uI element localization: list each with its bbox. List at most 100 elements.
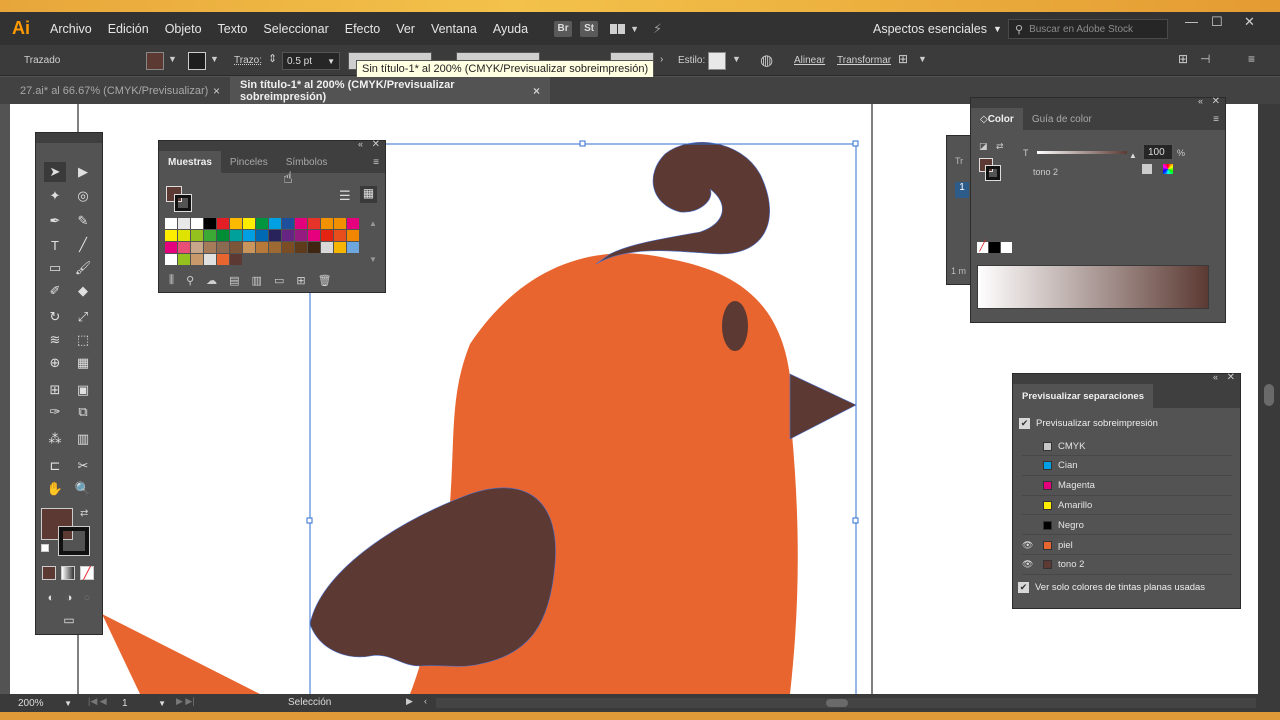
swatch-chip[interactable] bbox=[295, 242, 307, 253]
artboard-tool-icon[interactable]: ⊏ bbox=[44, 456, 66, 476]
close-icon[interactable]: × bbox=[533, 84, 540, 98]
plate-row[interactable]: 👁 tono 2 bbox=[1022, 556, 1232, 575]
chevron-down-icon[interactable]: ▼ bbox=[732, 54, 741, 64]
eye-icon[interactable]: 👁 bbox=[1022, 559, 1033, 570]
minimize-icon[interactable]: — bbox=[1185, 14, 1198, 29]
plate-row[interactable]: CMYK bbox=[1022, 437, 1232, 456]
color-group-icon[interactable]: ▥ bbox=[252, 274, 262, 287]
tab-color[interactable]: ◇ Color bbox=[971, 108, 1023, 130]
last-artboard-icon[interactable]: ▶ ▶| bbox=[176, 696, 195, 707]
checkbox-checked-icon[interactable]: ✔ bbox=[1019, 418, 1030, 429]
panel-header[interactable]: « ✕ bbox=[971, 96, 1225, 108]
status-menu-icon[interactable]: ▶ bbox=[406, 696, 413, 707]
tab-guia-de-color[interactable]: Guía de color bbox=[1023, 108, 1101, 130]
swatch-chip[interactable] bbox=[204, 218, 216, 229]
mesh-tool-icon[interactable]: ⊞ bbox=[44, 380, 66, 400]
scroll-down-icon[interactable]: ▼ bbox=[369, 255, 377, 264]
swatch-chip[interactable] bbox=[334, 218, 346, 229]
menu-seleccionar[interactable]: Seleccionar bbox=[255, 22, 336, 36]
style-swatch[interactable] bbox=[708, 52, 726, 70]
swatch-chip[interactable] bbox=[347, 218, 359, 229]
arrange-documents-icon[interactable] bbox=[610, 23, 626, 34]
swatch-chip[interactable] bbox=[191, 254, 203, 265]
scroll-thumb[interactable] bbox=[1264, 384, 1274, 406]
panel-menu-icon[interactable]: ≡ bbox=[1248, 52, 1255, 66]
column-graph-icon[interactable]: ▥ bbox=[72, 429, 94, 449]
horizontal-scrollbar[interactable] bbox=[436, 698, 1256, 708]
swatch-chip[interactable] bbox=[269, 218, 281, 229]
line-tool-icon[interactable]: ╱ bbox=[72, 235, 94, 255]
gpu-performance-icon[interactable]: ⚡ bbox=[653, 21, 662, 37]
hand-tool-icon[interactable]: ✋ bbox=[44, 479, 66, 499]
stroke-weight-field[interactable]: 0.5 pt ▼ bbox=[282, 52, 340, 70]
draw-inside-icon[interactable]: ○ bbox=[76, 588, 98, 608]
rectangle-tool-icon[interactable]: ▭ bbox=[44, 258, 66, 278]
kind-menu-icon[interactable]: ⚲ bbox=[186, 274, 194, 287]
swatch-chip[interactable] bbox=[334, 230, 346, 241]
none-color-icon[interactable]: ╱ bbox=[977, 242, 988, 253]
swatch-chip[interactable] bbox=[165, 230, 177, 241]
swatch-chip[interactable] bbox=[269, 230, 281, 241]
eye-icon[interactable]: 👁 bbox=[1022, 540, 1033, 551]
menu-efecto[interactable]: Efecto bbox=[337, 22, 388, 36]
spot-only-checkbox[interactable]: ✔ Ver solo colores de tintas planas usad… bbox=[1018, 582, 1205, 593]
tint-slider[interactable] bbox=[1037, 151, 1127, 154]
plate-row[interactable]: Amarillo bbox=[1022, 496, 1232, 516]
swatch-chip[interactable] bbox=[308, 242, 320, 253]
tab-sin-titulo[interactable]: Sin título-1* al 200% (CMYK/Previsualiza… bbox=[230, 77, 550, 104]
swatch-chip[interactable] bbox=[347, 242, 359, 253]
checkbox-checked-icon[interactable]: ✔ bbox=[1018, 582, 1029, 593]
stroke-label[interactable]: Trazo: bbox=[234, 55, 262, 66]
gradient-tool-icon[interactable]: ▣ bbox=[72, 380, 94, 400]
gradient-mode-icon[interactable] bbox=[61, 566, 75, 580]
chevron-down-icon[interactable]: ▼ bbox=[918, 54, 927, 64]
swatch-chip[interactable] bbox=[191, 230, 203, 241]
free-transform-icon[interactable]: ⬚ bbox=[72, 330, 94, 350]
new-swatch-icon[interactable]: ⊞ bbox=[296, 274, 305, 287]
lasso-icon[interactable]: ◎ bbox=[72, 186, 94, 206]
swatch-chip[interactable] bbox=[230, 218, 242, 229]
eyedropper-icon[interactable]: ✑ bbox=[44, 402, 66, 422]
isolate-icon[interactable]: ⊞ bbox=[898, 52, 908, 66]
first-artboard-icon[interactable]: |◀ ◀ bbox=[88, 696, 107, 707]
grid-view-icon[interactable]: ▦ bbox=[360, 186, 377, 203]
bird-beak[interactable] bbox=[789, 373, 857, 440]
swatch-chip[interactable] bbox=[282, 218, 294, 229]
vertical-scrollbar[interactable] bbox=[1258, 104, 1280, 694]
workspace-switcher[interactable]: Aspectos esenciales ▼ bbox=[873, 12, 1002, 45]
close-icon[interactable]: ✕ bbox=[1244, 14, 1255, 30]
out-of-gamut-icon[interactable] bbox=[1142, 164, 1152, 174]
swatch-chip[interactable] bbox=[230, 242, 242, 253]
distribute-icon[interactable]: ⊣ bbox=[1200, 52, 1210, 66]
swatch-chip[interactable] bbox=[230, 230, 242, 241]
swatch-chip[interactable] bbox=[321, 218, 333, 229]
swatch-chip[interactable] bbox=[165, 254, 177, 265]
chevron-down-icon[interactable]: ▼ bbox=[210, 54, 219, 64]
swatch-chip[interactable] bbox=[321, 242, 333, 253]
cloud-icon[interactable]: ☁ bbox=[206, 274, 217, 287]
plate-row[interactable]: Magenta bbox=[1022, 477, 1232, 496]
collapse-icon[interactable]: « bbox=[1213, 372, 1218, 382]
scale-tool-icon[interactable]: ⤢ bbox=[72, 307, 94, 327]
scroll-up-icon[interactable]: ▲ bbox=[369, 219, 377, 228]
close-icon[interactable]: ✕ bbox=[1212, 96, 1220, 107]
menu-archivo[interactable]: Archivo bbox=[42, 22, 100, 36]
scroll-left-icon[interactable]: ‹ bbox=[424, 696, 427, 706]
fill-swatch[interactable] bbox=[146, 52, 164, 70]
swatch-chip[interactable] bbox=[217, 230, 229, 241]
shaper-tool-icon[interactable]: ✐ bbox=[44, 281, 66, 301]
swatch-chip[interactable] bbox=[282, 242, 294, 253]
swatch-chip[interactable] bbox=[165, 242, 177, 253]
swatch-chip[interactable] bbox=[256, 218, 268, 229]
close-icon[interactable]: ✕ bbox=[1227, 372, 1235, 383]
web-safe-icon[interactable] bbox=[1163, 164, 1173, 174]
zoom-field[interactable]: 200% ▼ bbox=[14, 695, 76, 711]
slice-tool-icon[interactable]: ✂ bbox=[72, 456, 94, 476]
default-colors-icon[interactable]: ◪ bbox=[979, 141, 988, 152]
swatch-chip[interactable] bbox=[217, 254, 229, 265]
width-tool-icon[interactable]: ≋ bbox=[44, 330, 66, 350]
eraser-icon[interactable]: ◆ bbox=[72, 281, 94, 301]
swatch-chip[interactable] bbox=[334, 242, 346, 253]
collapse-icon[interactable]: « bbox=[1198, 96, 1203, 106]
transform-link[interactable]: Transformar bbox=[837, 55, 891, 66]
